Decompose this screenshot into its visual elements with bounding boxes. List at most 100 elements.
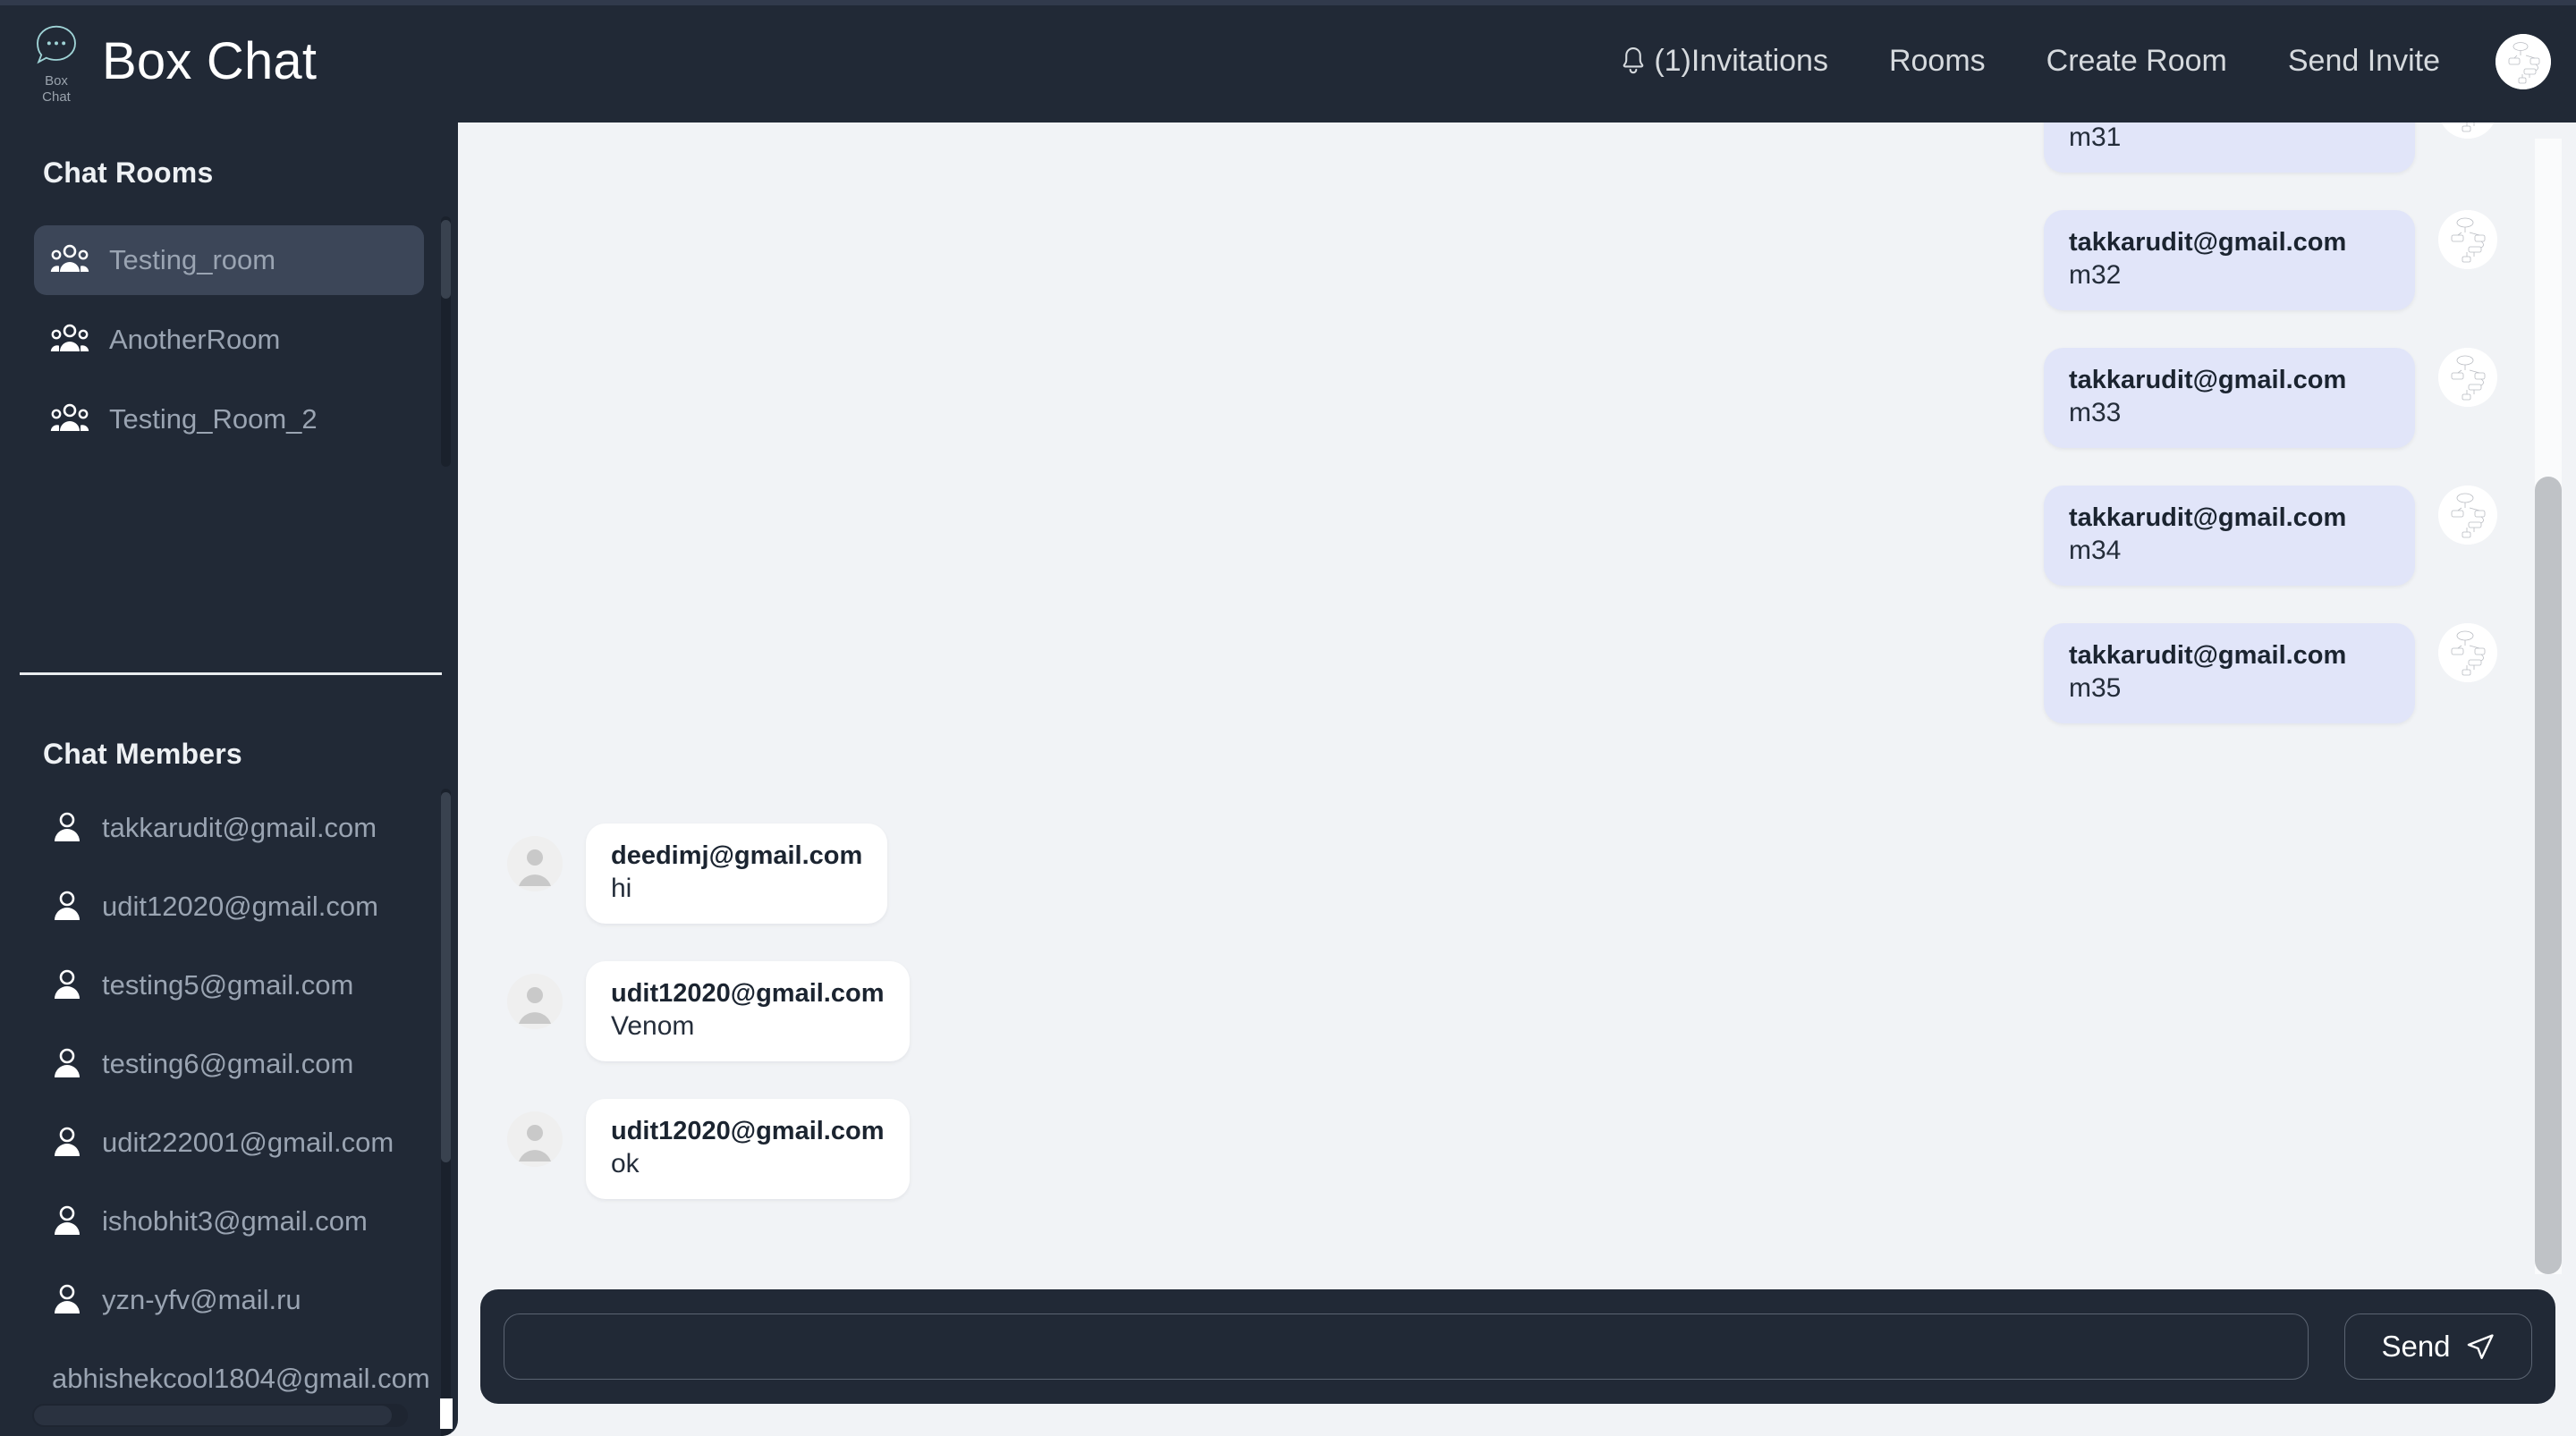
sidebar-room-label: Testing_room bbox=[109, 244, 276, 275]
person-icon bbox=[55, 812, 80, 841]
sender-avatar bbox=[2438, 348, 2497, 407]
sidebar-horizontal-scrollbar-thumb[interactable] bbox=[34, 1406, 392, 1425]
sender-avatar bbox=[507, 974, 563, 1029]
message-input[interactable] bbox=[504, 1314, 2309, 1380]
app-logo: Box Chat bbox=[27, 22, 86, 105]
sidebar: Chat Rooms Testing_room AnotherRoom Testin… bbox=[0, 122, 458, 1436]
message-bubble: deedimj@gmail.com hi bbox=[586, 824, 888, 924]
sender-avatar bbox=[507, 836, 563, 891]
nav-item-create-room-label: Create Room bbox=[2046, 44, 2227, 78]
person-icon bbox=[55, 891, 80, 920]
avatar-diagram-icon bbox=[2438, 210, 2497, 269]
chat-rooms-list: Testing_room AnotherRoom Testing_Room_2 Tes… bbox=[0, 216, 458, 467]
message-text: m31 bbox=[2069, 122, 2122, 152]
rooms-scrollbar-thumb[interactable] bbox=[441, 220, 451, 299]
message-sender: deedimj@gmail.com bbox=[611, 841, 863, 870]
sender-avatar bbox=[2438, 486, 2497, 545]
message-row: takkarudit@gmail.com m32 bbox=[462, 210, 2576, 310]
sidebar-member-item[interactable]: udit222001@gmail.com bbox=[0, 1103, 458, 1182]
person-icon bbox=[55, 1048, 80, 1077]
bell-icon bbox=[1623, 46, 1644, 73]
message-sender: udit12020@gmail.com bbox=[611, 1117, 885, 1145]
message-sender: takkarudit@gmail.com bbox=[2069, 641, 2347, 670]
sidebar-room-item[interactable]: Testing_room bbox=[34, 225, 424, 295]
nav-item-rooms[interactable]: Rooms bbox=[1859, 44, 2016, 79]
chat-members-list: takkarudit@gmail.com udit12020@gmail.com t… bbox=[0, 789, 458, 1436]
person-icon bbox=[55, 1205, 80, 1235]
person-icon bbox=[55, 1127, 80, 1156]
message-text: m32 bbox=[2069, 260, 2122, 290]
message-row: takkarudit@gmail.com m34 bbox=[462, 486, 2576, 586]
chat-rooms-heading: Chat Rooms bbox=[43, 156, 214, 189]
sidebar-member-label: takkarudit@gmail.com bbox=[102, 812, 377, 843]
message-bubble: takkarudit@gmail.com m35 bbox=[2044, 623, 2415, 723]
app-root: Box Chat Box Chat (1)Invitations Rooms C… bbox=[0, 0, 2576, 1436]
messages-scrollbar[interactable] bbox=[2535, 139, 2562, 1274]
nav-item-send-invite-label: Send Invite bbox=[2287, 44, 2440, 78]
members-scrollbar[interactable] bbox=[441, 789, 451, 1436]
members-scrollbar-thumb[interactable] bbox=[441, 792, 451, 1162]
message-row: udit12020@gmail.com Venom bbox=[462, 961, 2576, 1061]
logo-caption-line1: Box bbox=[45, 72, 68, 89]
scrollbar-corner bbox=[440, 1398, 453, 1429]
nav-item-create-room[interactable]: Create Room bbox=[2016, 44, 2258, 79]
sidebar-member-item[interactable]: testing5@gmail.com bbox=[0, 946, 458, 1025]
message-row: udit12020@gmail.com ok bbox=[462, 1099, 2576, 1199]
default-person-avatar-icon bbox=[507, 1111, 563, 1167]
nav-item-invitations[interactable]: (1)Invitations bbox=[1588, 44, 1859, 79]
sidebar-member-item[interactable]: yzn-yfv@mail.ru bbox=[0, 1261, 458, 1339]
sidebar-member-item[interactable]: ishobhit3@gmail.com bbox=[0, 1182, 458, 1261]
message-row: takkarudit@gmail.com m35 bbox=[462, 623, 2576, 723]
sidebar-member-item[interactable]: udit12020@gmail.com bbox=[0, 867, 458, 946]
send-paper-plane-icon bbox=[2467, 1334, 2494, 1359]
sidebar-member-label: testing5@gmail.com bbox=[102, 969, 354, 1001]
user-avatar[interactable] bbox=[2496, 33, 2551, 89]
avatar-diagram-icon bbox=[2441, 122, 2495, 139]
logo-caption-line2: Chat bbox=[42, 89, 71, 105]
sender-avatar bbox=[2438, 210, 2497, 269]
avatar-diagram-icon bbox=[2438, 623, 2497, 682]
sidebar-room-item[interactable]: Testing_Room_2 bbox=[34, 384, 424, 454]
message-row: takkarudit@gmail.com m33 bbox=[462, 348, 2576, 448]
group-people-icon bbox=[50, 403, 89, 431]
message-composer: Send bbox=[480, 1289, 2555, 1404]
sidebar-member-label: yzn-yfv@mail.ru bbox=[102, 1284, 301, 1315]
sidebar-member-label: udit12020@gmail.com bbox=[102, 891, 378, 922]
message-sender: takkarudit@gmail.com bbox=[2069, 228, 2347, 257]
chat-panel: m31 takkarudit@gmail.com m32 takkarudit@gma… bbox=[462, 122, 2576, 1436]
message-row: m31 bbox=[462, 122, 2576, 173]
message-bubble: takkarudit@gmail.com m32 bbox=[2044, 210, 2415, 310]
sidebar-room-item[interactable]: AnotherRoom bbox=[34, 305, 424, 375]
message-text: hi bbox=[611, 874, 632, 903]
rooms-scrollbar[interactable] bbox=[441, 216, 451, 467]
default-person-avatar-icon bbox=[507, 836, 563, 891]
message-text: Venom bbox=[611, 1011, 695, 1041]
message-sender: takkarudit@gmail.com bbox=[2069, 366, 2347, 394]
messages-scrollbar-thumb[interactable] bbox=[2535, 477, 2562, 1274]
sidebar-member-item[interactable]: testing6@gmail.com bbox=[0, 1025, 458, 1103]
message-text: m33 bbox=[2069, 398, 2122, 427]
sidebar-member-label: abhishekcool1804@gmail.com bbox=[52, 1363, 430, 1394]
nav-item-send-invite[interactable]: Send Invite bbox=[2258, 44, 2470, 79]
message-bubble: udit12020@gmail.com ok bbox=[586, 1099, 910, 1199]
message-text: ok bbox=[611, 1149, 640, 1178]
group-people-icon bbox=[50, 244, 89, 272]
person-icon bbox=[55, 969, 80, 999]
sidebar-divider bbox=[20, 672, 442, 675]
sidebar-member-label: ishobhit3@gmail.com bbox=[102, 1205, 368, 1237]
sidebar-member-item[interactable]: takkarudit@gmail.com bbox=[0, 789, 458, 867]
message-sender: takkarudit@gmail.com bbox=[2069, 503, 2347, 532]
sidebar-horizontal-scrollbar[interactable] bbox=[32, 1404, 408, 1427]
send-button[interactable]: Send bbox=[2344, 1314, 2532, 1380]
sender-avatar bbox=[2438, 623, 2497, 682]
sidebar-room-item[interactable]: Testing_Room_3 bbox=[34, 464, 424, 467]
default-person-avatar-icon bbox=[507, 974, 563, 1029]
sender-avatar bbox=[507, 1111, 563, 1167]
sidebar-member-label: testing6@gmail.com bbox=[102, 1048, 354, 1079]
app-title: Box Chat bbox=[102, 31, 318, 90]
message-bubble: takkarudit@gmail.com m34 bbox=[2044, 486, 2415, 586]
message-bubble: takkarudit@gmail.com m33 bbox=[2044, 348, 2415, 448]
sidebar-member-label: udit222001@gmail.com bbox=[102, 1127, 394, 1158]
sender-avatar bbox=[2438, 122, 2497, 139]
group-people-icon bbox=[50, 324, 89, 351]
